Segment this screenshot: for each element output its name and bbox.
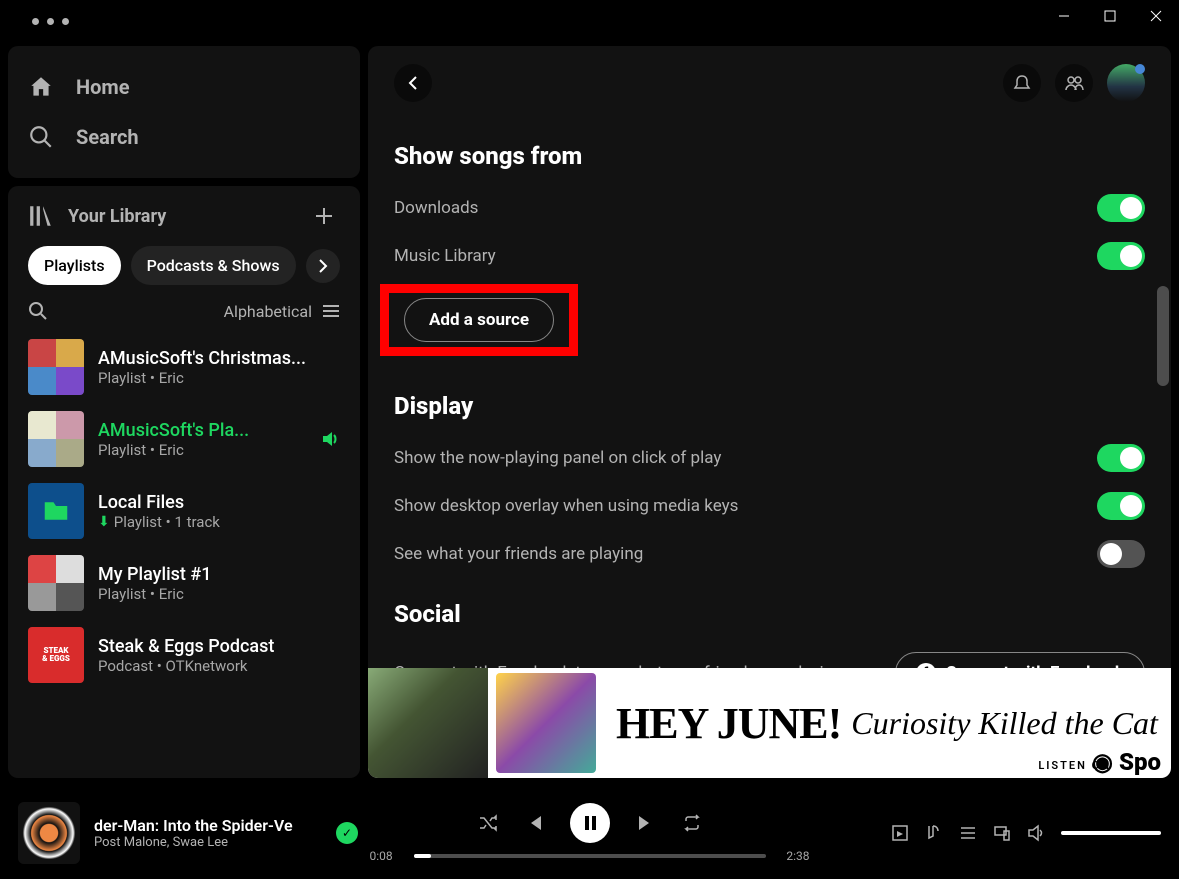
close-button[interactable] <box>1133 0 1179 32</box>
downloaded-icon: ⬇ <box>98 514 110 530</box>
library-icon <box>28 203 54 229</box>
setting-friends-playing-label: See what your friends are playing <box>394 544 643 564</box>
home-icon <box>28 74 54 100</box>
ad-banner[interactable]: HEY JUNE! Curiosity Killed the Cat LISTE… <box>368 668 1171 778</box>
section-show-songs-title: Show songs from <box>394 142 1145 170</box>
playlist-name: My Playlist #1 <box>98 564 340 585</box>
library-header[interactable]: Your Library <box>28 203 166 229</box>
save-track-button[interactable]: ✓ <box>336 822 358 844</box>
playlist-name: AMusicSoft's Christmas... <box>98 348 340 369</box>
library-item[interactable]: AMusicSoft's Pla... Playlist • Eric <box>18 403 350 475</box>
playlist-name: AMusicSoft's Pla... <box>98 420 306 441</box>
previous-button[interactable] <box>524 813 544 833</box>
app-menu-dots[interactable] <box>32 18 69 25</box>
time-elapsed: 0:08 <box>370 849 404 863</box>
profile-avatar[interactable] <box>1107 64 1145 102</box>
scrollbar-thumb[interactable] <box>1157 286 1169 386</box>
shuffle-button[interactable] <box>478 813 498 833</box>
now-playing-view-button[interactable] <box>891 824 909 842</box>
nav-search[interactable]: Search <box>28 112 340 162</box>
playlist-meta: Playlist • Eric <box>98 585 340 603</box>
playlist-meta: ⬇Playlist • 1 track <box>98 513 340 531</box>
skip-back-icon <box>524 813 544 833</box>
library-title: Your Library <box>68 206 166 227</box>
chip-playlists[interactable]: Playlists <box>28 246 121 285</box>
now-playing-title[interactable]: der-Man: Into the Spider-Ve <box>94 816 322 835</box>
ad-image <box>368 668 488 778</box>
chevron-right-icon <box>315 258 331 274</box>
lyrics-button[interactable] <box>925 824 943 842</box>
library-item[interactable]: STEAK& EGGS Steak & Eggs Podcast Podcast… <box>18 619 350 691</box>
chevron-left-icon <box>404 74 422 92</box>
pause-icon <box>581 814 599 832</box>
repeat-button[interactable] <box>682 813 702 833</box>
toggle-downloads[interactable] <box>1097 194 1145 222</box>
chip-podcasts[interactable]: Podcasts & Shows <box>131 246 296 285</box>
ad-headline: HEY JUNE! <box>616 698 841 749</box>
playlist-cover <box>28 555 84 611</box>
playlist-meta: Playlist • Eric <box>98 369 340 387</box>
section-social-title: Social <box>394 600 1145 628</box>
sort-button[interactable]: Alphabetical <box>224 302 340 321</box>
time-duration: 2:38 <box>776 849 810 863</box>
ad-album-art <box>496 673 596 773</box>
maximize-button[interactable] <box>1087 0 1133 32</box>
now-playing-speaker-icon <box>320 429 340 449</box>
setting-music-library-label: Music Library <box>394 246 496 266</box>
add-source-button[interactable]: Add a source <box>404 298 554 342</box>
section-display-title: Display <box>394 392 1145 420</box>
next-button[interactable] <box>636 813 656 833</box>
connect-device-button[interactable] <box>993 824 1011 842</box>
minimize-button[interactable] <box>1041 0 1087 32</box>
friend-activity-button[interactable] <box>1055 64 1093 102</box>
people-icon <box>1064 73 1084 93</box>
toggle-music-library[interactable] <box>1097 242 1145 270</box>
setting-desktop-overlay-label: Show desktop overlay when using media ke… <box>394 496 738 516</box>
search-icon <box>28 124 54 150</box>
play-pause-button[interactable] <box>570 803 610 843</box>
playlist-name: Local Files <box>98 492 340 513</box>
playlist-meta: Playlist • Eric <box>98 441 306 459</box>
setting-now-playing-label: Show the now-playing panel on click of p… <box>394 448 721 468</box>
shuffle-icon <box>478 813 498 833</box>
nav-search-label: Search <box>76 125 139 149</box>
volume-button[interactable] <box>1027 824 1045 842</box>
volume-slider[interactable] <box>1061 831 1161 835</box>
toggle-now-playing-panel[interactable] <box>1097 444 1145 472</box>
queue-button[interactable] <box>959 824 977 842</box>
podcast-name: Steak & Eggs Podcast <box>98 636 340 657</box>
list-icon <box>322 302 340 320</box>
connect-facebook-button[interactable]: f Connect with Facebook <box>895 652 1145 668</box>
toggle-friend-activity[interactable] <box>1097 540 1145 568</box>
playlist-cover <box>28 411 84 467</box>
library-item[interactable]: My Playlist #1 Playlist • Eric <box>18 547 350 619</box>
library-item[interactable]: AMusicSoft's Christmas... Playlist • Eri… <box>18 331 350 403</box>
plus-icon <box>315 207 333 225</box>
nav-home-label: Home <box>76 75 130 99</box>
playlist-cover <box>28 339 84 395</box>
skip-forward-icon <box>636 813 656 833</box>
library-item[interactable]: Local Files ⬇Playlist • 1 track <box>18 475 350 547</box>
podcast-meta: Podcast • OTKnetwork <box>98 657 340 675</box>
setting-downloads-label: Downloads <box>394 198 478 218</box>
add-playlist-button[interactable] <box>308 200 340 232</box>
progress-bar[interactable] <box>414 854 766 858</box>
now-playing-artist[interactable]: Post Malone, Swae Lee <box>94 835 322 850</box>
bell-icon <box>1013 74 1031 92</box>
repeat-icon <box>682 813 702 833</box>
playlist-cover <box>28 483 84 539</box>
chips-next-button[interactable] <box>306 249 340 283</box>
ad-subhead: Curiosity Killed the Cat <box>851 705 1158 742</box>
sort-label: Alphabetical <box>224 302 312 321</box>
back-button[interactable] <box>394 64 432 102</box>
library-search-button[interactable] <box>28 301 48 321</box>
notifications-button[interactable] <box>1003 64 1041 102</box>
now-playing-cover[interactable] <box>18 802 80 864</box>
podcast-cover: STEAK& EGGS <box>28 627 84 683</box>
ad-spotify-logo: ◉ Spo <box>1092 748 1161 776</box>
nav-home[interactable]: Home <box>28 62 340 112</box>
toggle-desktop-overlay[interactable] <box>1097 492 1145 520</box>
